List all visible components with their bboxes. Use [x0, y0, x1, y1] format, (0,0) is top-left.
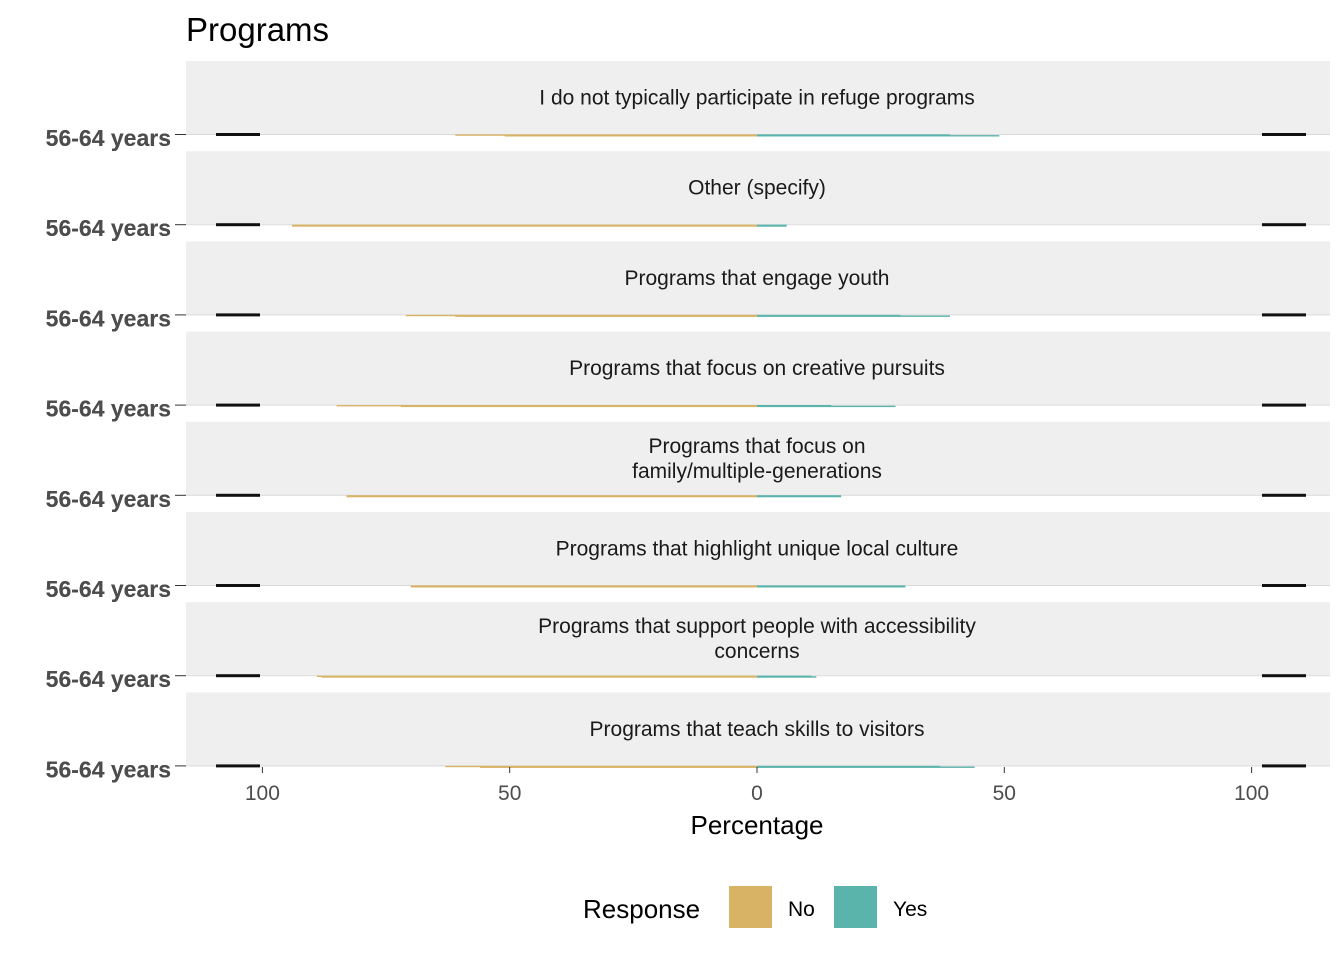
legend: Response No Yes	[583, 886, 927, 928]
bar-no	[455, 315, 757, 317]
right-end-labels	[1262, 313, 1306, 317]
legend-key-no	[729, 886, 772, 928]
bar-yes	[757, 676, 817, 678]
legend-title: Response	[583, 894, 700, 924]
left-end-labels	[216, 764, 260, 768]
facet-strip-label: Programs that support people with access…	[538, 615, 976, 638]
bar-yes	[757, 586, 906, 588]
facet-panel: Programs that teach skills to visitors 56…	[46, 692, 1330, 782]
bar-yes	[757, 315, 950, 317]
facet-strip-label: I do not typically participate in refuge…	[539, 87, 974, 110]
left-end-labels	[216, 674, 260, 678]
right-end-labels	[1262, 403, 1306, 407]
facet-strip	[186, 602, 1330, 676]
x-tick-label: 50	[993, 782, 1016, 805]
y-tick-label: 56-64 years	[46, 396, 171, 422]
bar-no	[292, 225, 757, 227]
facet-strip-label: Programs that focus on creative pursuits	[569, 357, 945, 380]
bar-yes	[757, 766, 975, 768]
bar-no	[504, 135, 757, 137]
x-tick-label: 100	[1234, 782, 1269, 805]
facet-strip-label: concerns	[714, 640, 799, 663]
bar-yes	[757, 225, 787, 227]
right-end-labels	[1262, 133, 1306, 136]
facet-strip-label: Programs that engage youth	[624, 267, 889, 290]
left-end-labels	[216, 223, 260, 227]
left-end-labels	[216, 584, 260, 587]
y-tick-label: 56-64 years	[46, 756, 171, 782]
right-end-labels	[1262, 493, 1306, 497]
facet-panels: I do not typically participate in refuge…	[46, 61, 1330, 782]
x-tick-label: 100	[245, 782, 280, 805]
y-tick-label: 56-64 years	[46, 305, 171, 331]
x-axis-title: Percentage	[691, 810, 824, 840]
legend-label-yes: Yes	[893, 898, 927, 921]
facet-panel: Programs that engage youth56-64 years56-…	[46, 241, 1330, 331]
right-end-labels	[1262, 674, 1306, 678]
left-end-labels	[216, 313, 260, 317]
facet-strip-label: Programs that focus on	[648, 435, 865, 458]
facet-panel: Programs that focus onfamily/multiple-ge…	[46, 421, 1330, 512]
bar-no	[480, 766, 757, 768]
chart: Programs I do not typically participate …	[46, 11, 1330, 928]
bar-no	[410, 586, 757, 588]
legend-key-yes	[834, 886, 877, 928]
facet-strip-label: Programs that highlight unique local cul…	[556, 538, 959, 561]
right-end-labels	[1262, 223, 1306, 227]
x-tick-label: 50	[498, 782, 521, 805]
bar-yes	[757, 495, 842, 498]
bar-no	[321, 676, 757, 678]
bar-yes	[757, 135, 1000, 137]
right-end-labels	[1262, 584, 1306, 587]
y-tick-label: 56-64 years	[46, 666, 171, 692]
facet-panel: Other (specify)56-64 years56-64 years	[46, 151, 1330, 241]
chart-title: Programs	[186, 11, 329, 48]
y-tick-label: 56-64 years	[46, 215, 171, 241]
left-end-labels	[216, 493, 260, 497]
y-tick-label: 56-64 years	[46, 576, 171, 602]
left-end-labels	[216, 133, 260, 136]
facet-strip	[186, 421, 1330, 495]
bar-no	[400, 405, 757, 408]
y-tick-label: 56-64 years	[46, 486, 171, 512]
x-axis: 100 50 0 50 100	[245, 767, 1269, 805]
facet-panel: Programs that highlight unique local cul…	[46, 512, 1330, 602]
facet-strip-label: family/multiple-generations	[632, 460, 882, 483]
legend-label-no: No	[788, 898, 815, 921]
facet-panel: Programs that support people with access…	[46, 602, 1330, 692]
facet-strip-label: Programs that teach skills to visitors	[590, 718, 925, 741]
facet-panel: Programs that focus on creative pursuits…	[46, 331, 1330, 422]
x-tick-label: 0	[751, 782, 763, 805]
y-tick-label: 56-64 years	[46, 125, 171, 151]
facet-strip-label: Other (specify)	[688, 177, 826, 200]
left-end-labels	[216, 403, 260, 407]
bar-no	[346, 495, 757, 498]
facet-panel: I do not typically participate in refuge…	[46, 61, 1330, 151]
bar-yes	[757, 405, 896, 408]
right-end-labels	[1262, 764, 1306, 768]
